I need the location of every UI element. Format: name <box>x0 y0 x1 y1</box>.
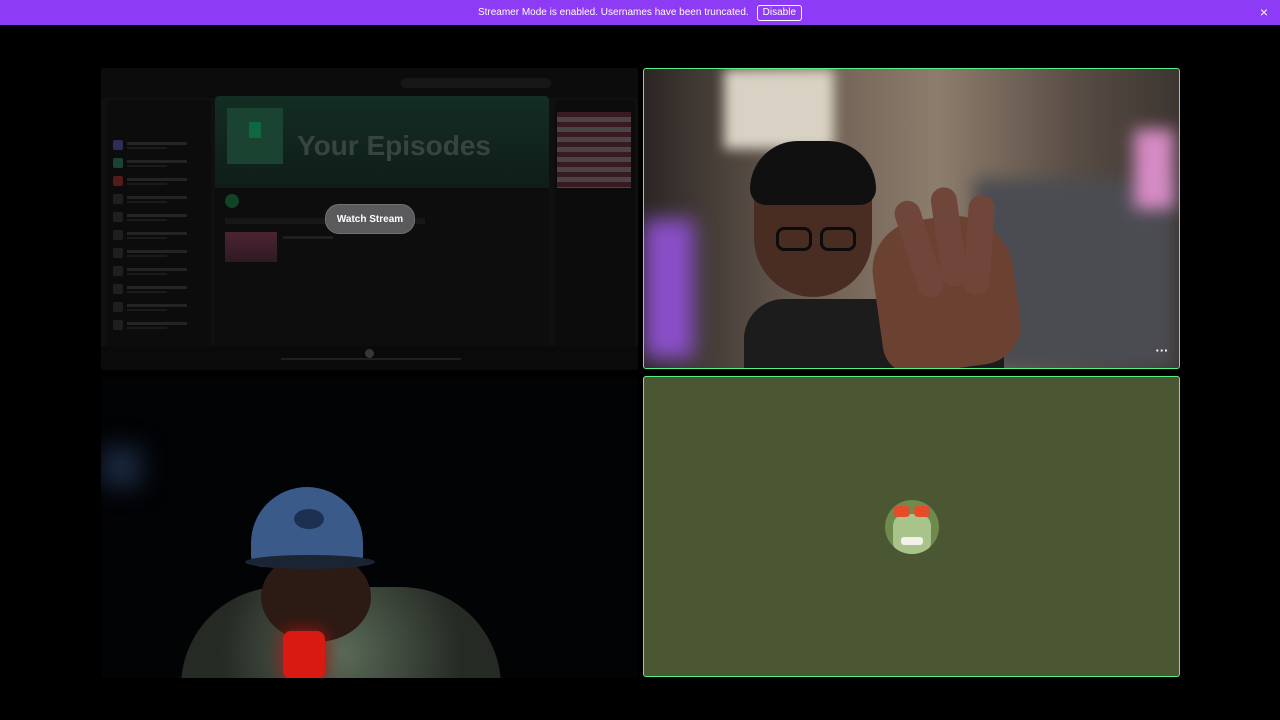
person-headset <box>750 141 876 205</box>
background-light <box>101 447 141 487</box>
person-glasses <box>776 227 860 253</box>
more-options-icon[interactable]: ··· <box>1153 344 1171 360</box>
watch-stream-button[interactable]: Watch Stream <box>325 204 415 234</box>
cap-brim <box>245 555 375 569</box>
microphone <box>283 631 325 678</box>
streamer-mode-text: Streamer Mode is enabled. Usernames have… <box>477 7 749 18</box>
webcam-tile-speaking[interactable]: ··· <box>643 68 1180 369</box>
avatar-tile-speaking[interactable] <box>643 376 1180 677</box>
avatar-mouth <box>901 537 923 545</box>
background-window <box>724 69 834 149</box>
user-avatar[interactable] <box>885 500 939 554</box>
disable-streamer-mode-button[interactable]: Disable <box>756 4 803 21</box>
webcam-tile[interactable] <box>101 377 638 678</box>
close-icon[interactable]: × <box>1260 4 1268 20</box>
streamer-mode-banner: Streamer Mode is enabled. Usernames have… <box>0 0 1280 25</box>
stream-preview-tile[interactable]: Your Episodes Watch Stream <box>101 68 638 370</box>
avatar-face <box>893 514 931 554</box>
avatar-glasses <box>894 506 930 518</box>
background-object <box>1134 129 1174 209</box>
background-light <box>644 219 694 359</box>
cap-logo <box>294 509 324 529</box>
